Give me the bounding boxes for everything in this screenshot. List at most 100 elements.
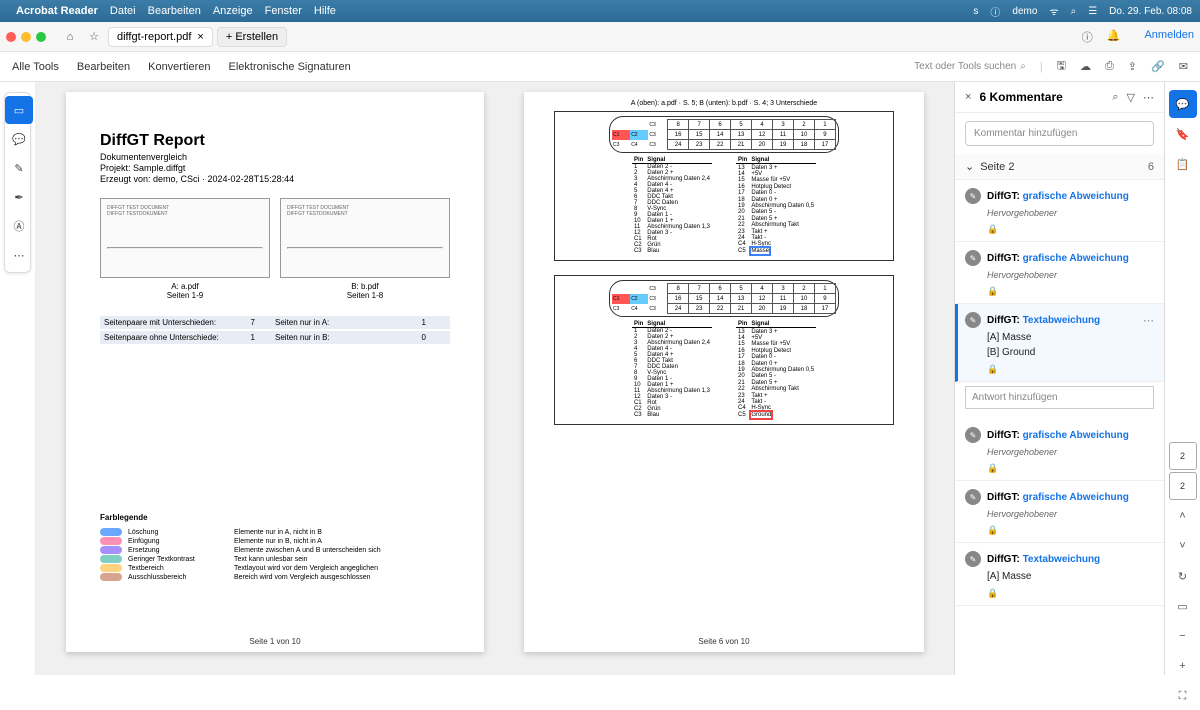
- pin-table: PinSignal1Daten 2 -2Daten 2 +3Abschirmun…: [555, 157, 893, 254]
- comment-item[interactable]: ✎ DiffGT: grafische Abweichung Hervorgeh…: [955, 419, 1164, 481]
- comment-tool[interactable]: 💬: [5, 125, 33, 153]
- avatar: ✎: [965, 188, 981, 204]
- status-icon[interactable]: ⓘ: [990, 4, 1000, 19]
- window-controls[interactable]: [6, 32, 46, 42]
- menu-datei[interactable]: Datei: [110, 5, 136, 17]
- lock-icon: 🔒: [987, 224, 1154, 235]
- menubar-user[interactable]: demo: [1012, 6, 1037, 17]
- control-center-icon[interactable]: ☰: [1088, 6, 1097, 17]
- save-icon[interactable]: 🖫: [1057, 57, 1066, 76]
- page-1: DiffGT Report Dokumentenvergleich Projek…: [66, 92, 484, 652]
- clipboard-icon[interactable]: 📋: [1169, 150, 1197, 178]
- chevron-down-icon: ⌄: [965, 160, 974, 173]
- page-count[interactable]: 2: [1169, 472, 1197, 500]
- lock-icon: 🔒: [987, 364, 1154, 375]
- toolbar-bearbeiten[interactable]: Bearbeiten: [77, 61, 130, 73]
- bell-icon[interactable]: 🔔: [1107, 29, 1121, 45]
- thumb-a: DIFFGT TEST DOCUMENT DIFFGT TESTDOKUMENT…: [100, 198, 270, 300]
- select-tool[interactable]: ▭: [5, 96, 33, 124]
- comments-icon[interactable]: 💬: [1169, 90, 1197, 118]
- left-tool-strip: ▭ 💬 ✎ ✒ Ⓐ ⋯: [0, 82, 36, 675]
- stats-table: Seitenpaare mit Unterschieden:7Seiten nu…: [100, 316, 450, 344]
- maximize-icon[interactable]: [36, 32, 46, 42]
- star-icon[interactable]: ☆: [84, 27, 104, 47]
- avatar: ✎: [965, 551, 981, 567]
- signin-link[interactable]: Anmelden: [1144, 29, 1194, 45]
- toolbar-signaturen[interactable]: Elektronische Signaturen: [228, 61, 350, 73]
- comments-title: 6 Kommentare: [979, 90, 1104, 104]
- more-icon[interactable]: ⋯: [1143, 91, 1154, 104]
- bookmark-icon[interactable]: 🔖: [1169, 120, 1197, 148]
- menu-anzeige[interactable]: Anzeige: [213, 5, 253, 17]
- scroll-down-icon[interactable]: ˅: [1169, 532, 1197, 560]
- search-icon[interactable]: ⌕: [1112, 91, 1118, 104]
- text-tool[interactable]: Ⓐ: [5, 212, 33, 240]
- connector-diagram: C387654321C1C2C3161514131211109C3C4C3242…: [609, 116, 839, 153]
- print-icon[interactable]: ⎙: [1105, 60, 1114, 73]
- fullscreen-icon[interactable]: ⛶: [1169, 682, 1197, 710]
- wifi-icon[interactable]: ᯤ: [1049, 4, 1058, 18]
- menubar-clock[interactable]: Do. 29. Feb. 08:08: [1109, 6, 1192, 17]
- page-footer: Seite 6 von 10: [524, 637, 924, 646]
- menu-bearbeiten[interactable]: Bearbeiten: [148, 5, 201, 17]
- avatar: ✎: [965, 427, 981, 443]
- thumb-b: DIFFGT TEST DOCUMENT DIFFGT TESTDOKUMENT…: [280, 198, 450, 300]
- zoom-out-icon[interactable]: −: [1169, 622, 1197, 650]
- document-tab[interactable]: diffgt-report.pdf ×: [108, 27, 213, 47]
- right-tool-strip: 💬 🔖 📋 2 2 ˄ ˅ ↻ ▭ − + ⛶: [1164, 82, 1200, 675]
- avatar: ✎: [965, 250, 981, 266]
- sign-tool[interactable]: ✒: [5, 183, 33, 211]
- lock-icon: 🔒: [987, 286, 1154, 297]
- comment-item[interactable]: ✎ DiffGT: Textabweichung ⋯ [A] Masse[B] …: [955, 304, 1164, 382]
- search-input[interactable]: Text oder Tools suchen ⌕: [914, 61, 1026, 72]
- page-2: A (oben): a.pdf · S. 5; B (unten): b.pdf…: [524, 92, 924, 652]
- document-viewport[interactable]: DiffGT Report Dokumentenvergleich Projek…: [36, 82, 954, 675]
- avatar: ✎: [965, 489, 981, 505]
- window-tabbar: ⌂ ☆ diffgt-report.pdf × + Erstellen ⓘ 🔔 …: [0, 22, 1200, 52]
- status-icon[interactable]: s: [973, 6, 978, 17]
- page2-caption: A (oben): a.pdf · S. 5; B (unten): b.pdf…: [524, 100, 924, 107]
- page-number[interactable]: 2: [1169, 442, 1197, 470]
- pin-table: PinSignal1Daten 2 -2Daten 2 +3Abschirmun…: [555, 321, 893, 418]
- mail-icon[interactable]: ✉: [1179, 60, 1188, 73]
- comment-item[interactable]: ✎ DiffGT: grafische Abweichung Hervorgeh…: [955, 180, 1164, 242]
- share-icon[interactable]: ⇪: [1128, 60, 1137, 73]
- search-icon[interactable]: ⌕: [1071, 6, 1077, 17]
- toolbar-konvertieren[interactable]: Konvertieren: [148, 61, 210, 73]
- close-icon[interactable]: ×: [965, 91, 971, 103]
- filter-icon[interactable]: ▽: [1127, 91, 1135, 104]
- link-icon[interactable]: 🔗: [1151, 60, 1165, 73]
- more-tools[interactable]: ⋯: [5, 241, 33, 269]
- info-icon[interactable]: ⓘ: [1082, 29, 1093, 45]
- highlight-tool[interactable]: ✎: [5, 154, 33, 182]
- avatar: ✎: [965, 312, 981, 328]
- close-icon[interactable]: [6, 32, 16, 42]
- menu-hilfe[interactable]: Hilfe: [314, 5, 336, 17]
- toolbar-alletools[interactable]: Alle Tools: [12, 61, 59, 73]
- minimize-icon[interactable]: [21, 32, 31, 42]
- tab-close-icon[interactable]: ×: [197, 31, 203, 43]
- create-button[interactable]: + Erstellen: [217, 27, 287, 47]
- home-icon[interactable]: ⌂: [60, 27, 80, 47]
- report-title: DiffGT Report: [100, 132, 450, 150]
- lock-icon: 🔒: [987, 525, 1154, 536]
- tab-title: diffgt-report.pdf: [117, 31, 191, 43]
- add-comment-input[interactable]: Kommentar hinzufügen: [965, 121, 1154, 146]
- zoom-in-icon[interactable]: +: [1169, 652, 1197, 680]
- report-created: Erzeugt von: demo, CSci · 2024-02-28T15:…: [100, 174, 450, 184]
- reply-input[interactable]: Antwort hinzufügen: [965, 386, 1154, 409]
- comment-item[interactable]: ✎ DiffGT: Textabweichung [A] Masse🔒: [955, 543, 1164, 606]
- report-project: Projekt: Sample.diffgt: [100, 163, 450, 173]
- scroll-up-icon[interactable]: ˄: [1169, 502, 1197, 530]
- cloud-icon[interactable]: ☁: [1080, 60, 1091, 73]
- app-name[interactable]: Acrobat Reader: [16, 5, 98, 17]
- comment-item[interactable]: ✎ DiffGT: grafische Abweichung Hervorgeh…: [955, 242, 1164, 304]
- comments-section[interactable]: ⌄ Seite 2 6: [955, 154, 1164, 180]
- fit-icon[interactable]: ▭: [1169, 592, 1197, 620]
- comment-item[interactable]: ✎ DiffGT: grafische Abweichung Hervorgeh…: [955, 481, 1164, 543]
- lock-icon: 🔒: [987, 588, 1154, 599]
- menu-fenster[interactable]: Fenster: [265, 5, 302, 17]
- connector-diagram: C387654321C1C2C3161514131211109C3C4C3242…: [609, 280, 839, 317]
- more-icon[interactable]: ⋯: [1143, 314, 1154, 327]
- rotate-icon[interactable]: ↻: [1169, 562, 1197, 590]
